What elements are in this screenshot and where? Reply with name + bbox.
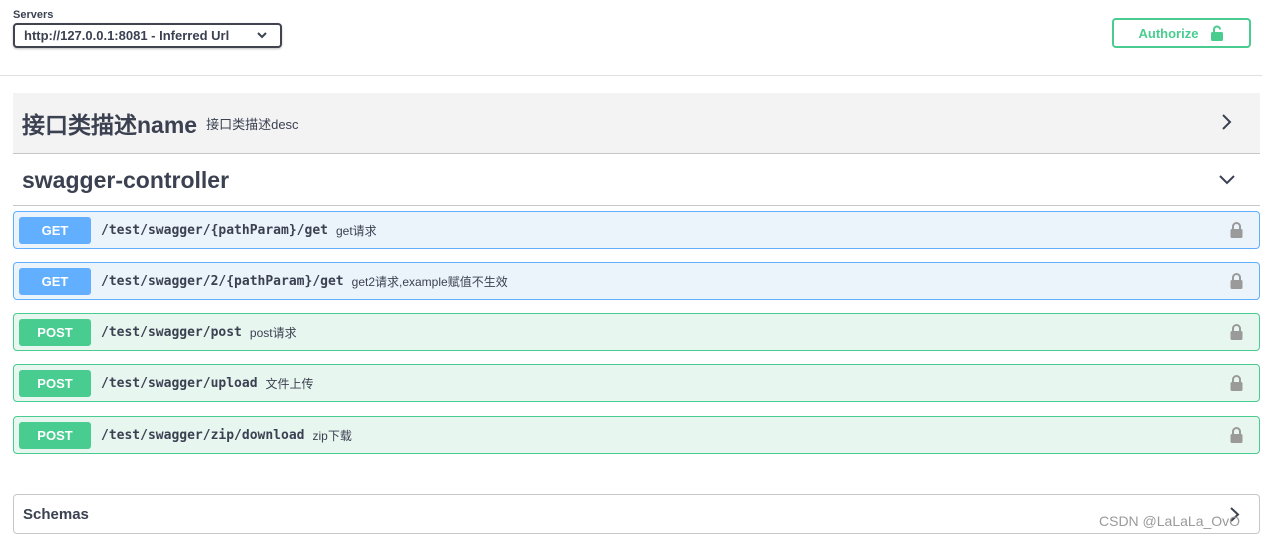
schemas-label: Schemas xyxy=(23,505,89,523)
chevron-down-icon xyxy=(257,32,267,39)
unlock-icon xyxy=(1211,25,1224,41)
method-badge: POST xyxy=(19,318,91,346)
operation-summary: get2请求,example赋值不生效 xyxy=(351,274,508,289)
tag-description: 接口类描述desc xyxy=(206,116,299,132)
operation-post-zip-download[interactable]: POST /test/swagger/zip/download zip下载 xyxy=(13,416,1260,454)
operation-path: /test/swagger/post xyxy=(101,324,242,340)
lock-icon[interactable] xyxy=(1230,427,1243,443)
operation-get-pathparam[interactable]: GET /test/swagger/{pathParam}/get get请求 xyxy=(13,211,1260,249)
server-select-value: http://127.0.0.1:8081 - Inferred Url xyxy=(24,28,230,43)
tag-section-header-desc[interactable]: 接口类描述name 接口类描述desc xyxy=(13,93,1260,154)
top-bar: Servers http://127.0.0.1:8081 - Inferred… xyxy=(0,0,1262,76)
schemas-section[interactable]: Schemas xyxy=(13,494,1260,534)
operation-summary: zip下载 xyxy=(312,428,352,443)
lock-icon[interactable] xyxy=(1230,324,1243,340)
servers-label: Servers xyxy=(13,9,54,21)
operation-path: /test/swagger/zip/download xyxy=(101,427,305,443)
server-select[interactable]: http://127.0.0.1:8081 - Inferred Url xyxy=(13,23,282,48)
lock-icon[interactable] xyxy=(1230,273,1243,289)
operation-post-upload[interactable]: POST /test/swagger/upload 文件上传 xyxy=(13,364,1260,402)
operation-path: /test/swagger/2/{pathParam}/get xyxy=(101,273,344,289)
tag-section-swagger-controller[interactable]: swagger-controller xyxy=(13,155,1260,206)
lock-icon[interactable] xyxy=(1230,375,1243,391)
operation-get2-pathparam[interactable]: GET /test/swagger/2/{pathParam}/get get2… xyxy=(13,262,1260,300)
method-badge: POST xyxy=(19,369,91,397)
operation-summary: 文件上传 xyxy=(265,376,314,391)
operation-summary: get请求 xyxy=(335,223,377,238)
operation-post[interactable]: POST /test/swagger/post post请求 xyxy=(13,313,1260,351)
authorize-button[interactable]: Authorize xyxy=(1112,18,1251,48)
chevron-down-icon[interactable] xyxy=(1218,173,1236,187)
watermark: CSDN @LaLaLa_OvO xyxy=(1099,513,1241,529)
lock-icon[interactable] xyxy=(1230,222,1243,238)
method-badge: GET xyxy=(19,216,91,244)
tag-name: 接口类描述name xyxy=(22,112,198,138)
tag-name: swagger-controller xyxy=(22,166,230,193)
method-badge: GET xyxy=(19,267,91,295)
operation-path: /test/swagger/upload xyxy=(101,375,258,391)
operation-summary: post请求 xyxy=(249,325,297,340)
chevron-right-icon[interactable] xyxy=(1220,113,1234,131)
method-badge: POST xyxy=(19,421,91,449)
operation-path: /test/swagger/{pathParam}/get xyxy=(101,222,328,238)
authorize-label: Authorize xyxy=(1138,25,1199,41)
